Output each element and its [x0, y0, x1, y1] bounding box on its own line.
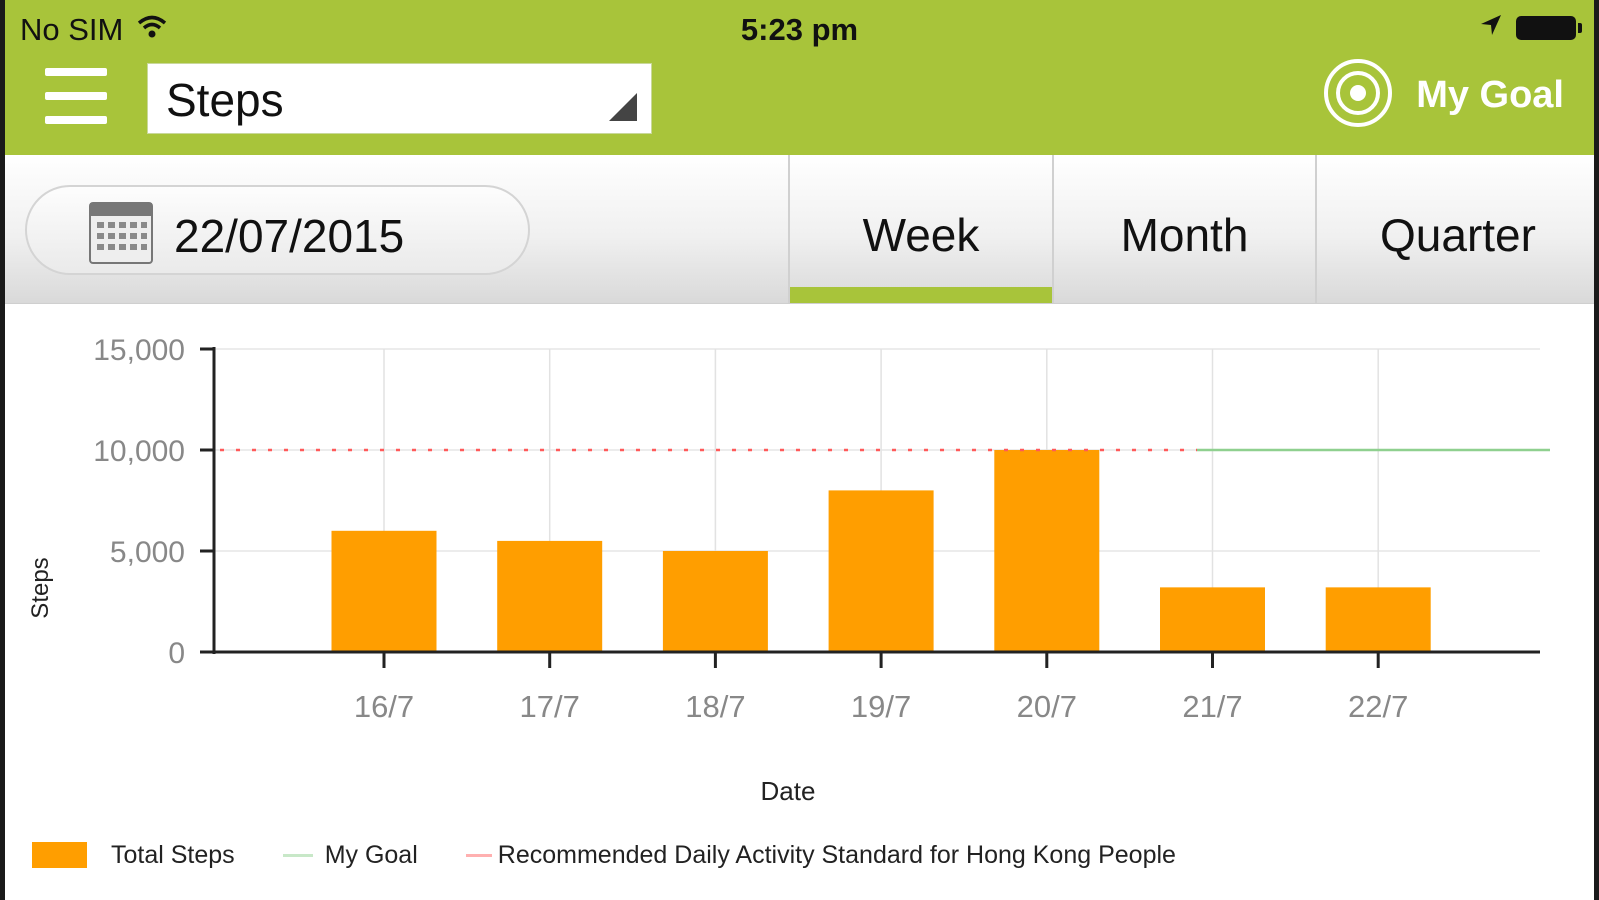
legend-item-my-goal: My Goal — [282, 840, 418, 870]
selected-date: 22/07/2015 — [174, 210, 405, 262]
battery-icon — [1516, 15, 1582, 40]
menu-bar-icon — [45, 68, 107, 76]
x-tick-label: 22/7 — [1348, 689, 1408, 724]
target-icon — [1322, 57, 1394, 134]
metric-select[interactable]: Steps — [147, 63, 652, 134]
x-tick-label: 17/7 — [520, 689, 580, 724]
bar-22-7 — [1325, 587, 1431, 652]
y-tick-label: 10,000 — [93, 435, 185, 468]
x-axis-title: Date — [761, 776, 816, 806]
tab-month-label: Month — [1120, 209, 1249, 261]
legend-label-total-steps: Total Steps — [111, 840, 235, 869]
x-tick-label: 18/7 — [685, 689, 745, 724]
bar-21-7 — [1160, 587, 1265, 652]
bar-19-7 — [828, 490, 934, 652]
metric-select-value: Steps — [166, 74, 284, 126]
legend-item-total-steps: Total Steps — [32, 841, 235, 870]
my-goal-label: My Goal — [1416, 73, 1564, 116]
menu-button[interactable] — [45, 68, 109, 128]
legend-item-recommended-standard: Recommended Daily Activity Standard for … — [465, 840, 1176, 870]
x-tick-label: 21/7 — [1182, 689, 1242, 724]
chart-legend: Total Steps My Goal Recommended Daily Ac… — [32, 835, 1224, 875]
app-screen: No SIM 5:23 pm Steps My Goal 22/07/2015 … — [0, 0, 1599, 900]
y-axis-title: Steps — [27, 557, 54, 618]
y-tick-label: 15,000 — [93, 334, 185, 367]
tab-week-label: Week — [862, 209, 980, 261]
x-tick-label: 16/7 — [354, 689, 414, 724]
my-goal-button[interactable]: My Goal — [1322, 55, 1564, 135]
y-tick-label: 0 — [168, 637, 185, 670]
date-toolbar: 22/07/2015 Week Month Quarter — [5, 155, 1594, 304]
menu-bar-icon — [45, 92, 107, 100]
x-tick-label: 20/7 — [1017, 689, 1077, 724]
tab-active-indicator — [790, 287, 1052, 303]
bar-18-7 — [662, 551, 768, 652]
calendar-icon — [89, 202, 153, 269]
legend-label-my-goal: My Goal — [324, 840, 418, 869]
dropdown-triangle-icon — [609, 93, 637, 121]
status-time: 5:23 pm — [740, 12, 859, 47]
legend-swatch-recommended-standard — [465, 853, 492, 857]
legend-swatch-my-goal — [282, 853, 313, 857]
steps-chart: 15,000 10,000 5,000 0 16/7 17/7 18/7 19/7 20/7 21… — [27, 334, 1550, 806]
tab-month[interactable]: Month — [1052, 155, 1315, 303]
status-right — [1480, 14, 1582, 41]
legend-swatch-total-steps — [32, 842, 87, 868]
bar-20-7 — [994, 450, 1100, 652]
bar-16-7 — [331, 530, 437, 652]
date-picker-button[interactable]: 22/07/2015 — [25, 185, 530, 275]
bar-17-7 — [497, 540, 603, 652]
location-arrow-icon — [1480, 14, 1502, 41]
x-tick-label: 19/7 — [851, 689, 911, 724]
legend-label-recommended-standard: Recommended Daily Activity Standard for … — [497, 840, 1176, 869]
tab-quarter-label: Quarter — [1380, 209, 1536, 261]
tab-week[interactable]: Week — [788, 155, 1052, 303]
top-bar: No SIM 5:23 pm Steps My Goal — [5, 0, 1594, 155]
tab-quarter[interactable]: Quarter — [1315, 155, 1594, 303]
menu-bar-icon — [45, 116, 107, 124]
y-tick-label: 5,000 — [110, 536, 185, 569]
